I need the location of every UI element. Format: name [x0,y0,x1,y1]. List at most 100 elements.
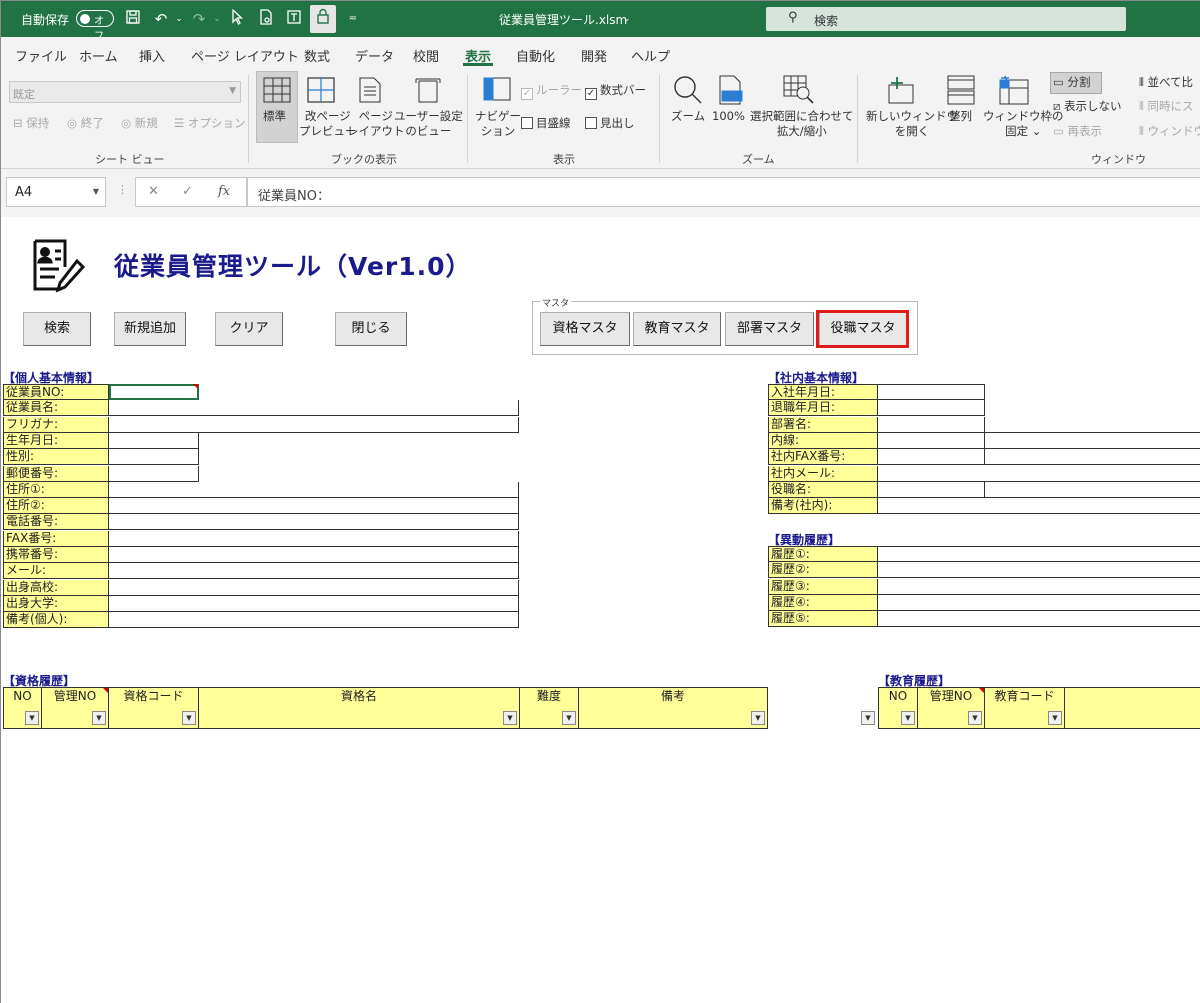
gridlines-checkbox[interactable]: 目盛線 [521,116,571,131]
sheet-view-exit-button[interactable]: ◎ 終了 [67,116,104,131]
form-field[interactable] [878,384,985,400]
reset-window-position-button[interactable]: ⫴ ウィンドウ [1139,124,1200,139]
undo-dropdown-icon[interactable]: ⌄ [169,9,189,29]
qualification-master-button[interactable]: 資格マスタ [540,312,630,346]
form-field[interactable] [878,546,1200,562]
tab-insert[interactable]: 挿入 [139,46,165,65]
form-field[interactable] [878,562,1200,579]
unhide-button[interactable]: ▭ 再表示 [1053,124,1102,139]
form-field[interactable] [109,400,519,417]
form-field[interactable] [878,498,1200,515]
form-field[interactable] [878,578,1200,595]
filter-dropdown-icon[interactable]: ▼ [861,711,875,725]
arrange-all-button[interactable]: 整列 [949,109,972,124]
form-field[interactable] [878,611,1200,628]
hide-button[interactable]: ⧄ 表示しない [1053,99,1121,114]
form-field[interactable] [985,449,1200,466]
sheet-view-options-button[interactable]: ☰ オプション [174,116,245,131]
form-field[interactable] [878,432,985,449]
filter-dropdown-icon[interactable]: ▼ [182,711,196,725]
tab-automate[interactable]: 自動化 [516,46,555,65]
form-field[interactable] [878,481,985,498]
form-field[interactable] [878,594,1200,611]
sheet-view-keep-button[interactable]: ⊟ 保持 [13,116,49,131]
close-button[interactable]: 閉じる [335,312,407,346]
form-field[interactable] [109,416,519,433]
tab-help[interactable]: ヘルプ [631,46,670,65]
autosave-toggle[interactable]: オフ [76,10,114,42]
form-field[interactable] [109,449,199,466]
lock-icon[interactable] [310,5,336,33]
form-field[interactable] [109,579,519,596]
tab-formulas[interactable]: 数式 [304,46,330,65]
headings-checkbox[interactable]: 見出し [585,116,635,131]
filter-dropdown-icon[interactable]: ▼ [503,711,517,725]
tab-review[interactable]: 校閲 [413,46,439,65]
undo-icon[interactable]: ↶ [151,9,171,29]
ruler-checkbox[interactable]: ✓ ルーラー [521,83,582,100]
formula-bar-checkbox[interactable]: ✓ 数式バー [585,83,646,100]
search-button[interactable]: 検索 [23,312,91,346]
form-field[interactable] [109,595,519,612]
filter-dropdown-icon[interactable]: ▼ [968,711,982,725]
pointer-icon[interactable] [227,8,247,29]
add-new-button[interactable]: 新規追加 [114,312,186,346]
form-field[interactable] [109,563,519,580]
redo-icon[interactable]: ↷ [189,9,209,29]
form-field[interactable] [109,514,519,531]
form-field[interactable] [109,530,519,547]
form-field[interactable] [878,449,985,466]
new-window-button[interactable]: 新しいウィンドウ を開く [866,109,958,139]
filter-dropdown-icon[interactable]: ▼ [92,711,106,725]
form-field[interactable] [109,612,519,629]
tab-page-layout[interactable]: ページ レイアウト [191,46,299,65]
sheet-view-new-button[interactable]: ◎ 新規 [121,116,158,131]
tab-home[interactable]: ホーム [79,46,118,65]
synchronous-scrolling-button[interactable]: ⫴ 同時にス [1139,99,1194,114]
education-master-button[interactable]: 教育マスタ [633,312,721,346]
search-box[interactable]: ⚲ 検索 [766,7,1126,31]
filter-dropdown-icon[interactable]: ▼ [25,711,39,725]
cancel-icon[interactable]: ✕ [148,184,159,199]
filter-dropdown-icon[interactable]: ▼ [751,711,765,725]
form-field[interactable] [985,481,1200,498]
freeze-panes-button[interactable]: ウィンドウ枠の 固定 ⌄ [983,109,1064,139]
form-field[interactable] [878,416,985,433]
filter-dropdown-icon[interactable]: ▼ [562,711,576,725]
zoom-to-selection-button[interactable]: 選択範囲に合わせて 拡大/縮小 [750,109,854,139]
form-field[interactable] [985,416,1200,433]
form-field[interactable] [109,384,199,400]
form-field[interactable] [985,432,1200,449]
document-icon[interactable] [256,9,276,29]
filter-dropdown-icon[interactable]: ▼ [901,711,915,725]
clear-button[interactable]: クリア [215,312,283,346]
insert-function-icon[interactable]: fx [218,184,230,199]
formula-input[interactable]: 従業員NO： [247,177,1200,207]
customize-toolbar-icon[interactable]: ≂ [343,9,363,29]
save-icon[interactable] [123,9,143,29]
redo-dropdown-icon[interactable]: ⌄ [207,9,227,29]
form-field[interactable] [109,498,519,515]
tab-developer[interactable]: 開発 [581,46,607,65]
text-box-icon[interactable] [284,9,304,29]
enter-icon[interactable]: ✓ [182,184,193,199]
navigation-button[interactable]: ナビゲー ション [475,109,521,139]
filter-dropdown-icon[interactable]: ▼ [1048,711,1062,725]
split-button[interactable]: ▭ 分割 [1053,75,1091,90]
view-side-by-side-button[interactable]: ⫴ 並べて比 [1139,75,1193,90]
form-field[interactable] [878,465,1200,482]
form-field[interactable] [109,547,519,563]
normal-view-button[interactable]: 標準 [263,109,286,124]
form-field[interactable] [109,481,519,498]
form-field[interactable] [109,432,199,449]
custom-views-button[interactable]: ユーザー設定 のビュー [394,109,463,139]
form-field[interactable] [109,465,199,482]
tab-file[interactable]: ファイル [15,46,67,65]
zoom-button[interactable]: ズーム [671,109,705,124]
chevron-down-icon[interactable]: ⌄ [623,14,631,24]
name-box[interactable]: A4 ▼ [6,177,106,207]
department-master-button[interactable]: 部署マスタ [725,312,814,346]
sheet-view-select[interactable]: 既定 ▼ [9,81,241,103]
zoom-100-button[interactable]: 100% [712,109,745,124]
form-field[interactable] [878,400,985,417]
